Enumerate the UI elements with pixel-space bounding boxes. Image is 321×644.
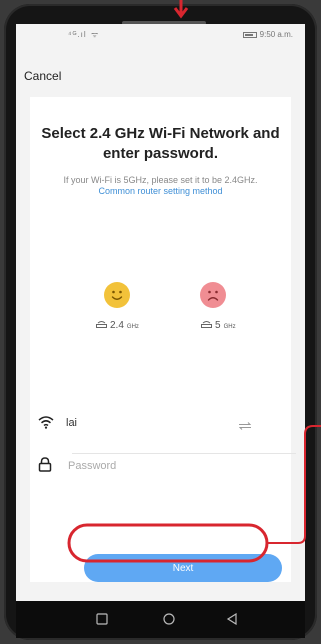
switch-network-icon[interactable] <box>238 417 252 435</box>
router-icon <box>201 321 212 328</box>
router-setting-link[interactable]: Common router setting method <box>98 186 222 196</box>
wifi-setup-card: Select 2.4 GHz Wi-Fi Network and enter p… <box>30 97 291 582</box>
password-field[interactable] <box>38 453 258 481</box>
status-bar: ⁴ᴳ.ıl ᯤ 9:50 a.m. <box>16 24 305 44</box>
band-5-unit: GHz <box>223 324 236 330</box>
next-button[interactable]: Next <box>84 554 282 582</box>
status-time: 9:50 a.m. <box>259 30 293 39</box>
home-icon[interactable] <box>163 613 175 625</box>
page-title: Select 2.4 GHz Wi-Fi Network and enter p… <box>41 125 280 162</box>
wifi-status-icon: ᯤ <box>91 30 99 39</box>
wifi-ssid-field[interactable]: lai <box>38 411 258 439</box>
wifi-icon <box>38 415 54 434</box>
band-5-value: 5 <box>215 320 221 331</box>
description-prefix: If your Wi-Fi is 5GHz, please set it to … <box>63 175 258 185</box>
back-icon[interactable] <box>226 613 238 625</box>
router-icon <box>96 321 107 328</box>
recent-apps-icon[interactable] <box>96 613 108 625</box>
band-5ghz-label: 5 GHz <box>201 320 236 331</box>
cancel-button[interactable]: Cancel <box>24 69 61 83</box>
band-24-unit: GHz <box>126 324 139 330</box>
smiley-face-icon <box>104 282 130 308</box>
android-nav-bar <box>16 601 305 638</box>
lock-icon <box>38 457 52 477</box>
battery-icon <box>242 31 257 38</box>
signal-icon: ⁴ᴳ.ıl <box>68 30 87 39</box>
wifi-ssid-value: lai <box>66 417 78 429</box>
sad-face-icon <box>200 282 226 308</box>
password-input[interactable] <box>66 455 250 477</box>
band-24ghz-label: 2.4 GHz <box>96 320 139 331</box>
app-screen: ⁴ᴳ.ıl ᯤ 9:50 a.m. Cancel Select 2.4 GHz … <box>16 24 305 601</box>
band-24-value: 2.4 <box>110 320 124 331</box>
description-text: If your Wi-Fi is 5GHz, please set it to … <box>50 175 271 197</box>
